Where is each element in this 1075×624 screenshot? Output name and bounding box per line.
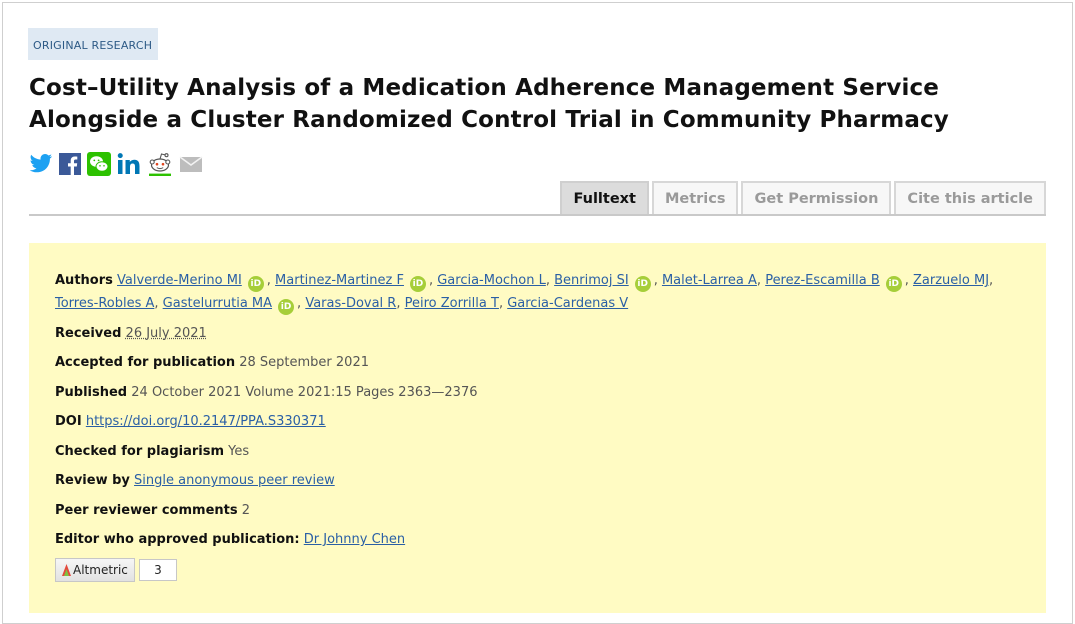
orcid-icon[interactable]: iD <box>247 276 264 292</box>
email-icon[interactable] <box>179 154 203 174</box>
tab-divider <box>29 214 1046 216</box>
published-label: Published <box>55 384 128 400</box>
article-meta-box: Authors Valverde-Merino MI iD, Martinez-M… <box>29 243 1046 613</box>
author-link[interactable]: Benrimoj SI <box>554 273 629 288</box>
tab-get-permission[interactable]: Get Permission <box>741 181 892 214</box>
review-row: Review by Single anonymous peer review <box>55 469 1020 492</box>
review-link[interactable]: Single anonymous peer review <box>134 473 335 488</box>
accepted-label: Accepted for publication <box>55 355 236 370</box>
editor-link[interactable]: Dr Johnny Chen <box>304 532 405 547</box>
doi-label: DOI <box>55 414 82 429</box>
altmetric-widget: Altmetric 3 <box>55 558 1020 582</box>
orcid-icon[interactable]: iD <box>278 299 295 315</box>
tab-cite-this-article[interactable]: Cite this article <box>894 181 1046 214</box>
editor-label: Editor who approved publication: <box>55 532 300 547</box>
altmetric-badge[interactable]: Altmetric <box>55 558 135 582</box>
accepted-date: 28 September 2021 <box>239 355 369 370</box>
author-link[interactable]: Malet-Larrea A <box>662 273 757 288</box>
plagiarism-label: Checked for plagiarism <box>55 443 225 459</box>
author-link[interactable]: Garcia-Mochon L <box>437 273 546 288</box>
altmetric-icon <box>62 563 71 576</box>
orcid-icon[interactable]: iD <box>409 276 426 292</box>
author-link[interactable]: Martinez-Martinez F <box>275 273 404 288</box>
altmetric-count[interactable]: 3 <box>138 559 177 581</box>
review-label: Review by <box>55 473 130 488</box>
received-date: 26 July 2021 <box>125 325 207 341</box>
facebook-icon[interactable] <box>59 153 81 175</box>
doi-row: DOI https://doi.org/10.2147/PPA.S330371 <box>55 410 1020 433</box>
author-link[interactable]: Zarzuelo MJ <box>913 273 989 288</box>
author-link[interactable]: Torres-Robles A <box>55 296 154 311</box>
authors-label: Authors <box>55 273 113 288</box>
received-row: Received 26 July 2021 <box>55 322 1020 345</box>
comments-row: Peer reviewer comments 2 <box>55 499 1020 522</box>
author-link[interactable]: Varas-Doval R <box>305 296 396 311</box>
share-bar <box>29 150 203 178</box>
comments-value: 2 <box>241 502 251 518</box>
tab-fulltext[interactable]: Fulltext <box>560 181 649 214</box>
article-tabs: Fulltext Metrics Get Permission Cite thi… <box>560 181 1046 214</box>
published-info: 24 October 2021 Volume 2021:15 Pages 236… <box>131 384 478 400</box>
article-title: Cost–Utility Analysis of a Medication Ad… <box>29 75 949 133</box>
orcid-icon[interactable]: iD <box>634 276 651 292</box>
author-link[interactable]: Perez-Escamilla B <box>765 273 880 288</box>
tab-metrics[interactable]: Metrics <box>651 181 739 214</box>
author-link[interactable]: Valverde-Merino MI <box>117 273 242 288</box>
linkedin-icon[interactable] <box>117 152 141 176</box>
doi-link[interactable]: https://doi.org/10.2147/PPA.S330371 <box>86 414 326 429</box>
wechat-icon[interactable] <box>87 152 111 176</box>
received-label: Received <box>55 325 122 341</box>
published-row: Published 24 October 2021 Volume 2021:15… <box>55 381 1020 404</box>
plagiarism-value: Yes <box>228 443 250 459</box>
twitter-icon[interactable] <box>29 153 53 175</box>
author-link[interactable]: Peiro Zorrilla T <box>405 296 499 311</box>
article-type-badge: ORIGINAL RESEARCH <box>28 28 159 60</box>
author-link[interactable]: Gastelurrutia MA <box>163 296 272 311</box>
altmetric-label: Altmetric <box>73 562 128 577</box>
editor-row: Editor who approved publication: Dr John… <box>55 528 1020 551</box>
plagiarism-row: Checked for plagiarism Yes <box>55 440 1020 463</box>
authors-row: Authors Valverde-Merino MI iD, Martinez-M… <box>55 269 1020 315</box>
comments-label: Peer reviewer comments <box>55 502 238 518</box>
accepted-row: Accepted for publication 28 September 20… <box>55 351 1020 374</box>
author-link[interactable]: Garcia-Cardenas V <box>507 296 628 311</box>
orcid-icon[interactable]: iD <box>885 276 902 292</box>
reddit-icon[interactable] <box>147 151 173 177</box>
